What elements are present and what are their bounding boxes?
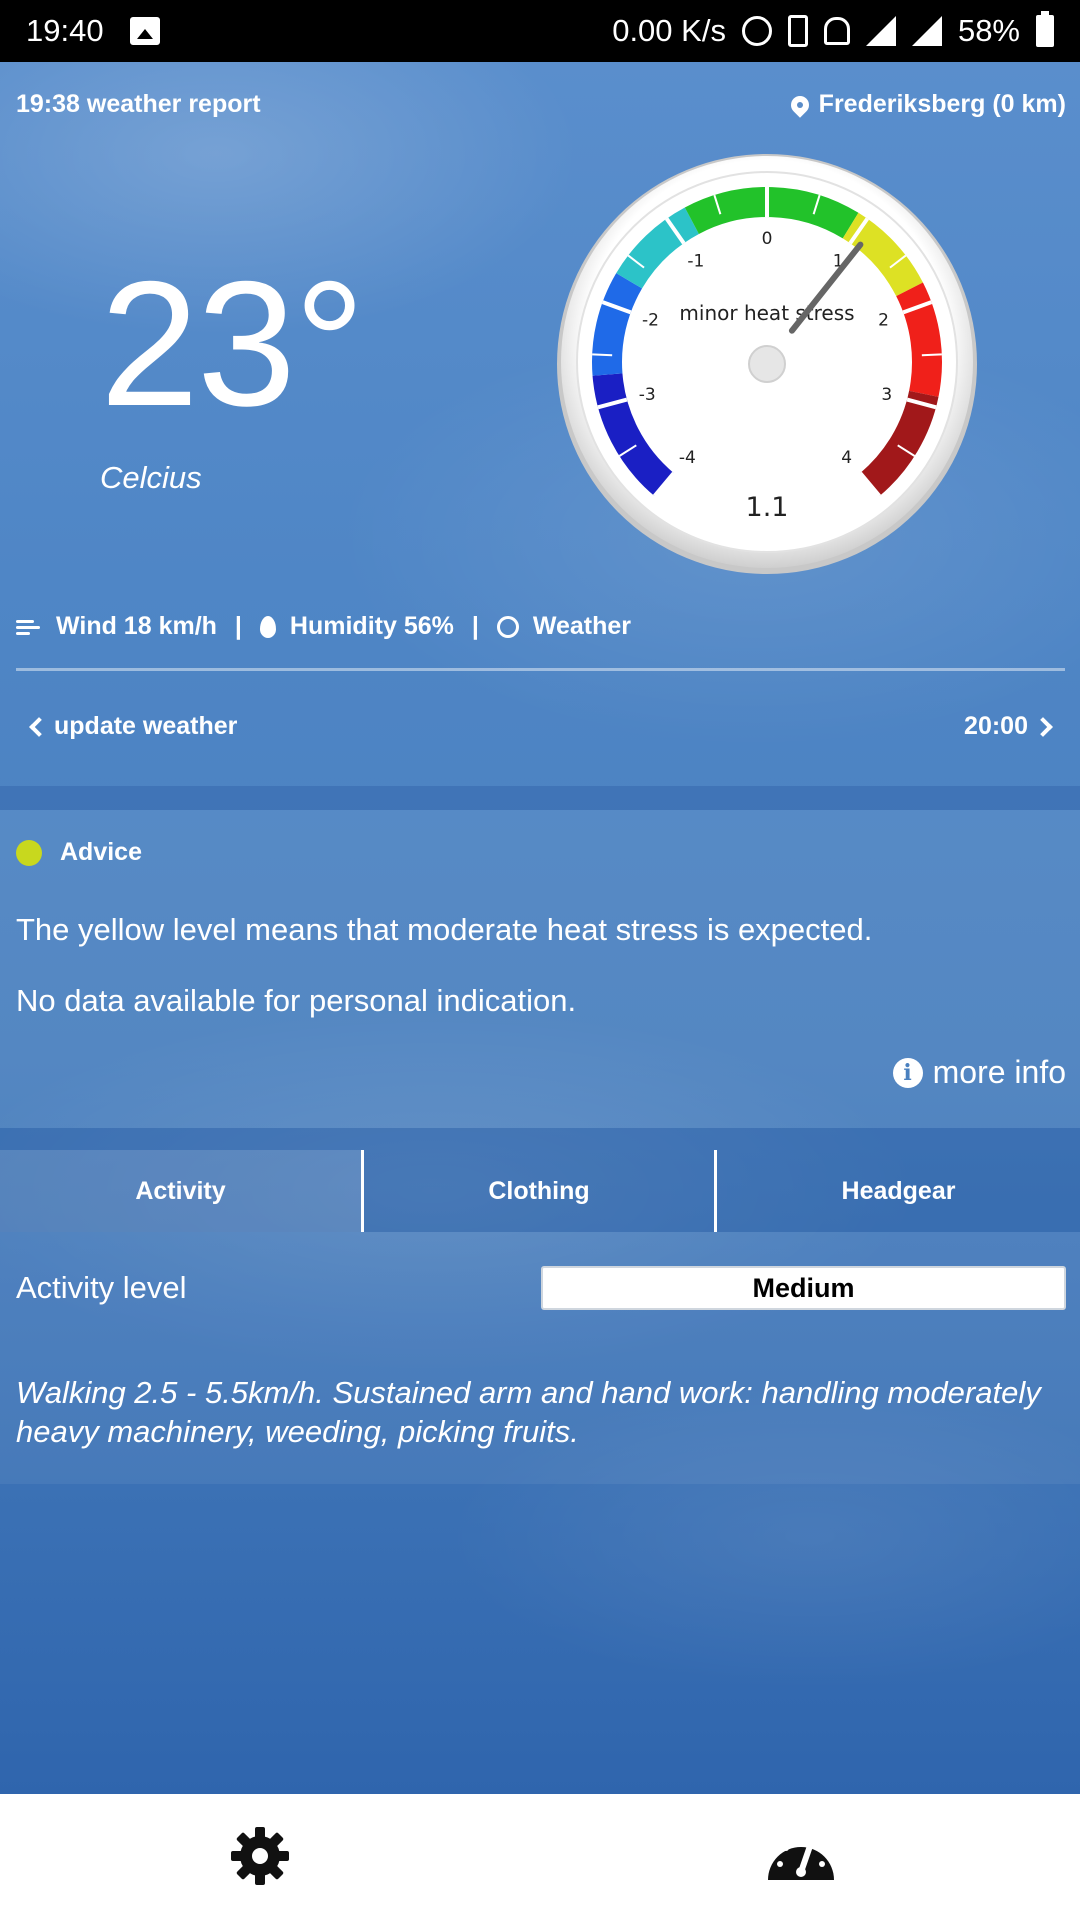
- advice-personal-text: No data available for personal indicatio…: [16, 983, 577, 1018]
- battery-percent: 58%: [957, 13, 1020, 48]
- more-info-label: more info: [932, 1054, 1066, 1090]
- gauge-tick-label: 4: [841, 448, 852, 468]
- wind-icon: [16, 616, 42, 638]
- status-time: 19:40: [26, 13, 104, 48]
- location-button[interactable]: Frederiksberg (0 km): [786, 90, 1066, 119]
- advice-title: Advice: [60, 838, 142, 866]
- location-pin-icon: [786, 91, 813, 118]
- advice-tabs: Activity Clothing Headgear: [0, 1150, 1080, 1232]
- humidity-value: Humidity 56%: [289, 612, 454, 640]
- gauge-tick-label: 3: [881, 385, 892, 405]
- tab-headgear[interactable]: Headgear: [717, 1150, 1080, 1232]
- gauge-tick-label: -2: [642, 311, 659, 331]
- activity-description: Walking 2.5 - 5.5km/h. Sustained arm and…: [16, 1375, 1041, 1449]
- wind-value: Wind 18 km/h: [56, 612, 217, 640]
- gauge-tick: [921, 353, 942, 357]
- phone-icon: [787, 15, 808, 47]
- alarm-icon: [741, 16, 772, 46]
- tab-activity[interactable]: Activity: [0, 1150, 364, 1232]
- gauge-status-label: minor heat stress: [679, 301, 854, 325]
- report-time: 19:38 weather report: [16, 90, 261, 118]
- section-separator: [0, 1128, 1080, 1150]
- weather-metrics: Wind 18 km/h | Humidity 56% | Weather: [16, 612, 631, 641]
- next-time-label: 20:00: [964, 712, 1028, 740]
- chevron-left-icon: [29, 716, 49, 737]
- sun-icon: [496, 615, 519, 638]
- gauge-tick-label: -4: [679, 448, 696, 468]
- advice-header: Advice: [16, 838, 142, 867]
- metrics-separator: |: [471, 612, 479, 640]
- dashboard-icon[interactable]: [764, 1828, 838, 1886]
- bell-off-icon: [823, 17, 850, 45]
- status-bar: 19:40 0.00 K/s 58%: [0, 0, 1080, 62]
- info-icon: i: [892, 1057, 923, 1088]
- chevron-right-icon: [1033, 716, 1053, 737]
- temperature-value: 23°: [100, 244, 365, 443]
- gauge-tick-label: -3: [639, 385, 656, 405]
- network-speed: 0.00 K/s: [612, 13, 726, 48]
- more-info-button[interactable]: i more info: [892, 1054, 1066, 1091]
- gauge-tick-label: -1: [687, 251, 704, 271]
- update-weather-label: update weather: [54, 712, 238, 740]
- activity-level-select[interactable]: Medium: [541, 1266, 1066, 1310]
- gauge-tick: [592, 353, 613, 357]
- bottom-navigation: [0, 1794, 1080, 1920]
- signal-icon: [911, 16, 942, 46]
- gauge-value: 1.1: [746, 492, 789, 523]
- signal-4g-icon: [865, 16, 896, 46]
- update-weather-button[interactable]: update weather: [29, 712, 238, 741]
- advice-text: The yellow level means that moderate hea…: [16, 912, 873, 947]
- location-label: Frederiksberg (0 km): [818, 90, 1066, 118]
- heat-stress-gauge: -4-3-2-101234 minor heat stress 1.1: [557, 154, 977, 574]
- gear-icon[interactable]: [229, 1825, 291, 1887]
- metrics-separator: |: [234, 612, 242, 640]
- activity-level-label: Activity level: [16, 1270, 187, 1305]
- tab-clothing[interactable]: Clothing: [364, 1150, 717, 1232]
- temperature-unit: Celcius: [100, 460, 202, 495]
- gauge-tick-label: 2: [878, 311, 889, 331]
- image-icon: [129, 17, 160, 45]
- weather-link[interactable]: Weather: [533, 612, 631, 641]
- divider: [16, 668, 1065, 671]
- gauge-hub: [748, 345, 786, 383]
- humidity-icon: [259, 615, 276, 638]
- gauge-tick-label: 0: [762, 229, 773, 249]
- next-time-button[interactable]: 20:00: [964, 712, 1053, 741]
- battery-icon: [1036, 11, 1054, 47]
- section-separator: [0, 786, 1080, 810]
- advice-level-dot: [16, 839, 42, 866]
